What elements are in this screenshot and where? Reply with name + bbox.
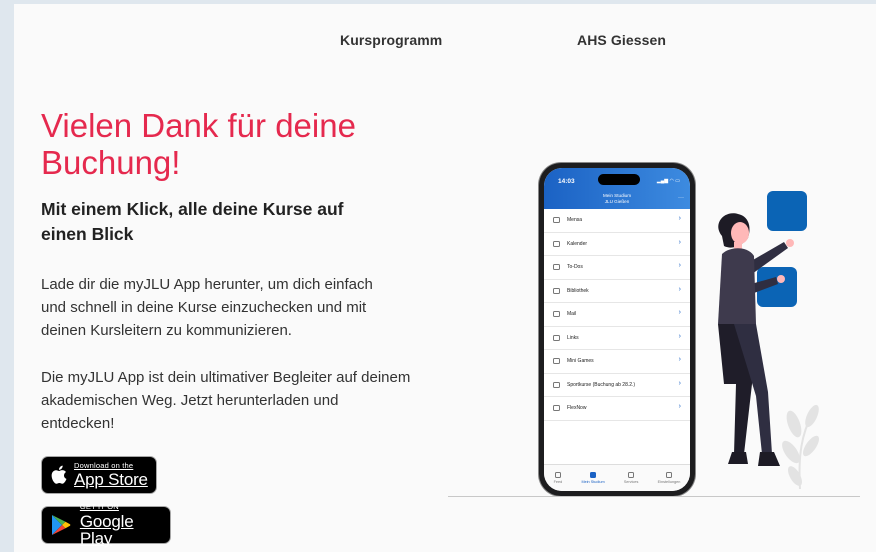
phone-menu-item-label: Mini Games bbox=[567, 358, 594, 365]
apple-icon bbox=[42, 465, 74, 485]
chevron-right-icon: › bbox=[678, 238, 681, 246]
tab-icon bbox=[666, 472, 672, 478]
app-tile-top bbox=[767, 191, 807, 231]
phone-header-title: Mein Studium JLU Gießen bbox=[544, 193, 690, 204]
chevron-right-icon: › bbox=[678, 285, 681, 293]
tab-icon bbox=[628, 472, 635, 478]
phone-menu-item[interactable]: Mail › bbox=[544, 303, 690, 327]
phone-menu-item-label: Sportkurse (Buchung ab 28.2.) bbox=[567, 381, 636, 388]
phone-screen: 14:03 ▂▄▆ ◠ ▭ Mein Studium JLU Gießen ··… bbox=[544, 168, 690, 491]
description-paragraph: Die myJLU App ist dein ultimativer Begle… bbox=[41, 369, 411, 432]
phone-menu-list: Mensa › Kalender › To-Dos › Bibliothek › Mail › Li… bbox=[544, 209, 690, 421]
intro-paragraph: Lade dir die myJLU App herunter, um dich… bbox=[41, 276, 373, 339]
menu-item-icon bbox=[553, 287, 560, 294]
menu-item-icon bbox=[553, 334, 560, 341]
menu-item-icon bbox=[553, 405, 560, 412]
google-play-small-label: GET IT ON bbox=[79, 502, 119, 512]
nav-link-kursprogramm[interactable]: Kursprogramm bbox=[340, 32, 442, 48]
phone-menu-item-label: Mensa bbox=[567, 217, 583, 224]
phone-menu-item[interactable]: Sportkurse (Buchung ab 28.2.) › bbox=[544, 374, 690, 397]
phone-tab-label: Feed bbox=[553, 480, 563, 484]
phone-tab[interactable]: Einstellungen bbox=[657, 472, 681, 484]
phone-mockup: 14:03 ▂▄▆ ◠ ▭ Mein Studium JLU Gießen ··… bbox=[539, 163, 695, 496]
phone-menu-item[interactable]: Bibliothek › bbox=[544, 280, 690, 303]
phone-menu-item[interactable]: FlexNow › bbox=[544, 397, 690, 421]
google-play-button[interactable]: GET IT ON Google Play bbox=[41, 502, 171, 548]
chevron-right-icon: › bbox=[678, 309, 681, 316]
phone-tab-label: Einstellungen bbox=[657, 480, 681, 484]
menu-item-icon bbox=[553, 381, 560, 388]
phone-menu-item[interactable]: To-Dos › bbox=[544, 256, 690, 280]
page-subtitle: Mit einem Klick, alle deine Kurse auf ei… bbox=[41, 199, 344, 244]
phone-tab-label: Mein Studium bbox=[581, 480, 605, 484]
phone-tab[interactable]: Services bbox=[623, 472, 639, 484]
status-icons: ▂▄▆ ◠ ▭ bbox=[656, 178, 680, 184]
phone-menu-item[interactable]: Links › bbox=[544, 327, 690, 350]
illustration bbox=[718, 191, 820, 490]
ground-line bbox=[448, 496, 860, 497]
chevron-right-icon: › bbox=[678, 215, 681, 222]
chevron-right-icon: › bbox=[678, 332, 681, 340]
woman-figure bbox=[718, 213, 794, 466]
phone-time: 14:03 bbox=[558, 178, 575, 185]
phone-menu-item-label: Bibliothek bbox=[567, 287, 589, 294]
phone-menu-item-label: Links bbox=[567, 334, 579, 341]
chevron-right-icon: › bbox=[678, 262, 681, 269]
nav-link-ahs-giessen[interactable]: AHS Giessen bbox=[577, 32, 666, 48]
menu-item-icon bbox=[553, 217, 560, 224]
tab-icon bbox=[590, 472, 597, 478]
chevron-right-icon: › bbox=[678, 379, 681, 387]
phone-menu-item-label: To-Dos bbox=[567, 264, 583, 271]
phone-tab-bar: Feed Mein Studium Services Einstellungen bbox=[544, 464, 690, 491]
top-nav: Kursprogramm AHS Giessen bbox=[14, 32, 876, 54]
phone-tab[interactable]: Mein Studium bbox=[581, 472, 605, 484]
app-store-button[interactable]: Download on the App Store bbox=[41, 456, 157, 494]
menu-item-icon bbox=[553, 264, 560, 271]
google-play-icon bbox=[42, 514, 80, 536]
page-title: Vielen Dank für deine Buchung! bbox=[41, 107, 356, 181]
phone-menu-item[interactable]: Kalender › bbox=[544, 233, 690, 256]
menu-item-icon bbox=[553, 240, 560, 247]
phone-menu-item[interactable]: Mini Games › bbox=[544, 350, 690, 374]
phone-header: 14:03 ▂▄▆ ◠ ▭ Mein Studium JLU Gießen ··… bbox=[544, 168, 690, 209]
google-play-label: Google Play bbox=[79, 511, 134, 548]
phone-menu-item[interactable]: Mensa › bbox=[544, 209, 690, 233]
tab-icon bbox=[554, 472, 561, 478]
dynamic-island bbox=[598, 174, 640, 185]
more-icon: ··· bbox=[678, 195, 684, 201]
phone-tab-label: Services bbox=[623, 480, 639, 484]
phone-header-line2: JLU Gießen bbox=[604, 198, 630, 204]
menu-item-icon bbox=[553, 358, 560, 365]
app-store-label: App Store bbox=[74, 470, 148, 490]
chevron-right-icon: › bbox=[678, 356, 681, 363]
app-store-small-label: Download on the bbox=[74, 460, 134, 470]
phone-tab[interactable]: Feed bbox=[553, 472, 563, 484]
page: Kursprogramm AHS Giessen Vielen Dank für… bbox=[14, 4, 876, 552]
phone-menu-item-label: Mail bbox=[567, 311, 577, 318]
phone-menu-item-label: FlexNow bbox=[567, 405, 587, 412]
phone-menu-item-label: Kalender bbox=[567, 240, 588, 247]
chevron-right-icon: › bbox=[678, 403, 681, 410]
menu-item-icon bbox=[553, 311, 560, 318]
plant-icon bbox=[782, 404, 820, 490]
